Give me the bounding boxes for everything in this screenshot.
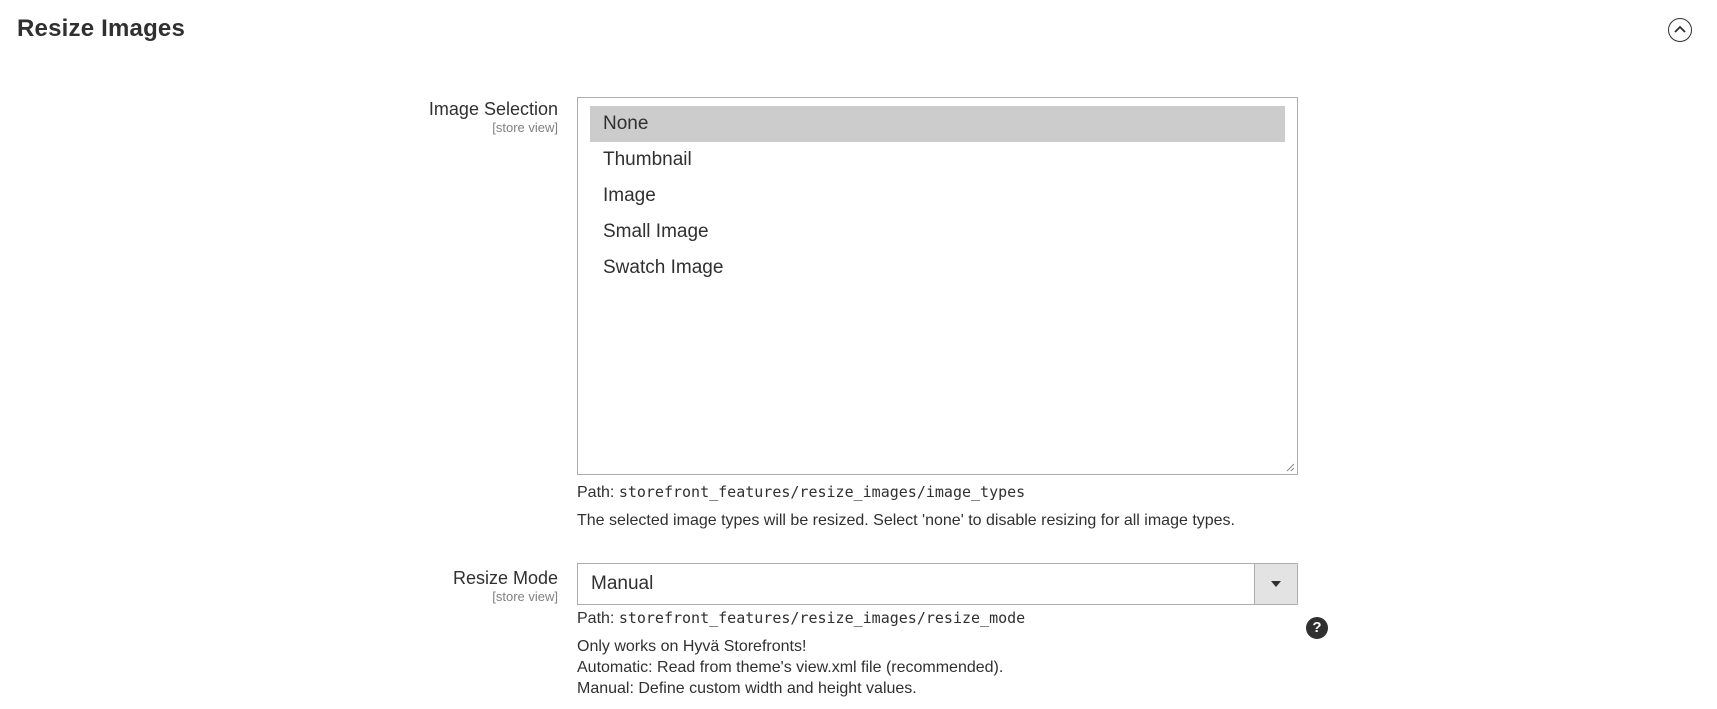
option-small-image[interactable]: Small Image: [590, 214, 1285, 250]
image-selection-path: Path: storefront_features/resize_images/…: [577, 482, 1025, 503]
chevron-up-icon: [1674, 25, 1686, 33]
option-thumbnail[interactable]: Thumbnail: [590, 142, 1285, 178]
resize-mode-comment-line-1: Only works on Hyvä Storefronts!: [577, 638, 807, 655]
image-selection-label-group: Image Selection [store view]: [429, 98, 558, 136]
path-label: Path:: [577, 484, 615, 501]
resize-mode-select[interactable]: Manual: [577, 563, 1298, 605]
path-value: storefront_features/resize_images/resize…: [618, 609, 1026, 627]
resize-mode-label: Resize Mode: [452, 568, 558, 588]
resize-mode-comment-line-3: Manual: Define custom width and height v…: [577, 680, 917, 697]
image-selection-comment: The selected image types will be resized…: [577, 512, 1235, 529]
image-selection-scope: [store view]: [492, 120, 558, 135]
resize-mode-label-group: Resize Mode [store view]: [453, 567, 558, 605]
collapse-button[interactable]: [1668, 18, 1692, 42]
resize-mode-path: Path: storefront_features/resize_images/…: [577, 608, 1025, 629]
path-label: Path:: [577, 610, 615, 627]
option-none[interactable]: None: [590, 106, 1285, 142]
caret-down-icon: [1271, 581, 1281, 587]
section-title: Resize Images: [17, 15, 186, 42]
help-icon[interactable]: ?: [1306, 617, 1328, 639]
section-header: Resize Images: [17, 14, 1697, 50]
image-selection-multiselect[interactable]: None Thumbnail Image Small Image Swatch …: [577, 97, 1298, 475]
resize-mode-scope: [store view]: [492, 589, 558, 604]
path-value: storefront_features/resize_images/image_…: [618, 483, 1026, 501]
resize-mode-value: Manual: [591, 573, 654, 594]
resize-mode-comment-line-2: Automatic: Read from theme's view.xml fi…: [577, 659, 1004, 676]
resize-grip-icon[interactable]: [1285, 462, 1295, 472]
option-swatch-image[interactable]: Swatch Image: [590, 250, 1285, 286]
dropdown-arrow[interactable]: [1254, 564, 1297, 604]
option-image[interactable]: Image: [590, 178, 1285, 214]
image-selection-label: Image Selection: [428, 99, 558, 119]
